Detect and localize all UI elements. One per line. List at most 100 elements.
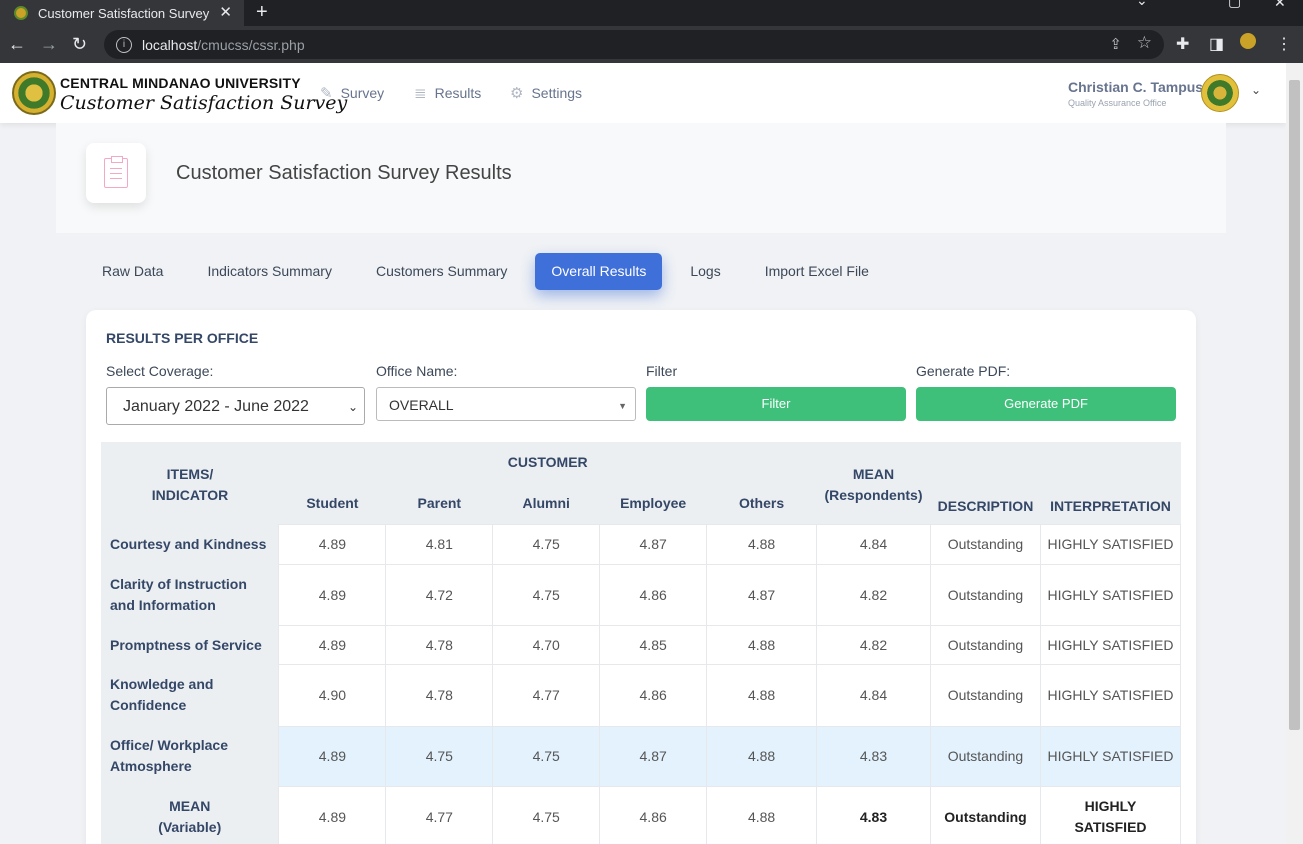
tab-overall-results[interactable]: Overall Results bbox=[535, 253, 663, 290]
cell-parent: 4.81 bbox=[385, 523, 494, 565]
cell-employee: 4.86 bbox=[599, 563, 708, 626]
browser-tab[interactable]: Customer Satisfaction Survey ✕ bbox=[0, 0, 244, 26]
cell-interpretation: HIGHLY SATISFIED bbox=[1039, 563, 1182, 626]
browser-tab-strip: Customer Satisfaction Survey ✕ + ⌄ ▢ ✕ bbox=[0, 0, 1303, 26]
header-employee: Employee bbox=[599, 482, 707, 524]
cell-employee: 4.85 bbox=[599, 624, 708, 665]
table-row: Office/ Workplace Atmosphere 4.89 4.75 4… bbox=[101, 725, 1182, 787]
cell-description: Outstanding bbox=[929, 563, 1041, 626]
overall-results-table: ITEMS/ INDICATOR CUSTOMER MEAN (Responde… bbox=[101, 442, 1182, 844]
cell-others: 4.88 bbox=[706, 725, 818, 787]
edit-icon: ✎ bbox=[320, 85, 333, 102]
page-viewport: CENTRAL MINDANAO UNIVERSITY Customer Sat… bbox=[0, 63, 1286, 844]
cell-interpretation: HIGHLY SATISFIED bbox=[1039, 523, 1182, 565]
top-navbar: CENTRAL MINDANAO UNIVERSITY Customer Sat… bbox=[0, 63, 1286, 123]
table-row: Knowledge and Confidence 4.90 4.78 4.77 … bbox=[101, 663, 1182, 727]
section-title: RESULTS PER OFFICE bbox=[106, 330, 259, 346]
back-icon[interactable]: ← bbox=[8, 33, 26, 55]
cell-employee: 4.86 bbox=[599, 785, 708, 844]
cell-interpretation: HIGHLY SATISFIED bbox=[1039, 663, 1182, 727]
cell-mean: 4.83 bbox=[816, 725, 931, 787]
row-item: Promptness of Service bbox=[101, 625, 279, 664]
cell-employee: 4.87 bbox=[599, 725, 708, 787]
gear-icon: ⚙ bbox=[510, 85, 524, 102]
cell-mean: 4.84 bbox=[816, 663, 931, 727]
avatar[interactable] bbox=[1201, 74, 1239, 112]
header-description: DESCRIPTION bbox=[930, 442, 1041, 524]
generate-pdf-button[interactable]: Generate PDF bbox=[916, 387, 1176, 421]
header-customer: CUSTOMER bbox=[278, 442, 817, 482]
nav-results[interactable]: ≣ Results bbox=[414, 84, 481, 102]
tab-raw-data[interactable]: Raw Data bbox=[86, 253, 179, 290]
maximize-icon[interactable]: ▢ bbox=[1228, 0, 1241, 10]
scrollbar-thumb[interactable] bbox=[1289, 80, 1300, 730]
database-icon: ≣ bbox=[414, 85, 427, 102]
nav-settings[interactable]: ⚙ Settings bbox=[510, 84, 582, 102]
tab-customers-summary[interactable]: Customers Summary bbox=[360, 253, 523, 290]
forward-icon[interactable]: → bbox=[40, 33, 58, 55]
url-field[interactable]: i localhost/cmucss/cssr.php ⇪ ☆ bbox=[104, 30, 1164, 59]
cell-description: Outstanding bbox=[929, 785, 1041, 844]
cell-description: Outstanding bbox=[929, 663, 1041, 727]
cell-student: 4.89 bbox=[278, 523, 387, 565]
url-path: /cmucss/cssr.php bbox=[197, 36, 305, 53]
cell-others: 4.88 bbox=[706, 624, 818, 665]
nav-survey[interactable]: ✎ Survey bbox=[320, 84, 384, 102]
header-alumni: Alumni bbox=[492, 482, 600, 524]
user-name[interactable]: Christian C. Tampus bbox=[1068, 79, 1203, 95]
nav-settings-label: Settings bbox=[531, 85, 583, 101]
address-bar-row: ← → ↻ i localhost/cmucss/cssr.php ⇪ ☆ ✚ … bbox=[0, 26, 1303, 63]
cell-parent: 4.75 bbox=[385, 725, 494, 787]
row-item: Courtesy and Kindness bbox=[101, 524, 279, 564]
row-item: Clarity of Instruction and Information bbox=[101, 564, 279, 625]
cell-parent: 4.78 bbox=[385, 663, 494, 727]
cell-student: 4.89 bbox=[278, 725, 387, 787]
results-card: RESULTS PER OFFICE Select Coverage: Offi… bbox=[86, 310, 1196, 844]
extensions-icon[interactable]: ✚ bbox=[1176, 34, 1189, 54]
cell-others: 4.88 bbox=[706, 785, 818, 844]
tab-logs[interactable]: Logs bbox=[674, 253, 736, 290]
cell-parent: 4.77 bbox=[385, 785, 494, 844]
side-panel-icon[interactable]: ◨ bbox=[1209, 34, 1224, 54]
filter-label: Filter bbox=[646, 363, 678, 379]
more-menu-icon[interactable]: ⋮ bbox=[1276, 34, 1292, 54]
cell-employee: 4.86 bbox=[599, 663, 708, 727]
site-info-icon[interactable]: i bbox=[116, 36, 132, 53]
table-row: Promptness of Service 4.89 4.78 4.70 4.8… bbox=[101, 624, 1182, 665]
cell-employee: 4.87 bbox=[599, 523, 708, 565]
office-select[interactable]: OVERALL ▼ bbox=[376, 387, 636, 421]
chevron-down-icon: ⌄ bbox=[347, 400, 358, 414]
bookmark-star-icon[interactable]: ☆ bbox=[1137, 33, 1152, 53]
page-title: Customer Satisfaction Survey Results bbox=[176, 162, 512, 184]
cell-others: 4.88 bbox=[706, 523, 818, 565]
nav-survey-label: Survey bbox=[340, 85, 385, 101]
filter-button[interactable]: Filter bbox=[646, 387, 906, 421]
reload-icon[interactable]: ↻ bbox=[72, 33, 87, 55]
cell-interpretation: HIGHLY SATISFIED bbox=[1039, 624, 1182, 665]
results-tabs: Raw Data Indicators Summary Customers Su… bbox=[86, 253, 897, 290]
share-icon[interactable]: ⇪ bbox=[1109, 35, 1122, 53]
tab-title: Customer Satisfaction Survey bbox=[38, 5, 210, 21]
cell-mean: 4.84 bbox=[816, 523, 931, 565]
cell-mean: 4.82 bbox=[816, 624, 931, 665]
tab-import-excel[interactable]: Import Excel File bbox=[749, 253, 885, 290]
cell-description: Outstanding bbox=[929, 523, 1041, 565]
cell-alumni: 4.75 bbox=[492, 725, 601, 787]
cell-interpretation: HIGHLY SATISFIED bbox=[1039, 785, 1182, 844]
tab-indicators-summary[interactable]: Indicators Summary bbox=[191, 253, 347, 290]
url-host: localhost bbox=[142, 36, 198, 53]
user-office: Quality Assurance Office bbox=[1068, 98, 1167, 108]
coverage-select[interactable]: January 2022 - June 2022 ⌄ bbox=[106, 387, 365, 425]
header-interpretation: INTERPRETATION bbox=[1040, 442, 1181, 524]
minimize-icon[interactable]: ⌄ bbox=[1136, 0, 1148, 9]
new-tab-icon[interactable]: + bbox=[256, 0, 268, 24]
header-items: ITEMS/ INDICATOR bbox=[101, 442, 279, 524]
cell-alumni: 4.75 bbox=[492, 785, 601, 844]
close-tab-icon[interactable]: ✕ bbox=[219, 3, 232, 21]
chevron-down-icon[interactable]: ⌄ bbox=[1251, 83, 1261, 97]
cell-interpretation: HIGHLY SATISFIED bbox=[1039, 725, 1182, 787]
profile-icon[interactable] bbox=[1240, 33, 1256, 49]
close-window-icon[interactable]: ✕ bbox=[1274, 0, 1286, 11]
cell-student: 4.89 bbox=[278, 563, 387, 626]
cell-student: 4.89 bbox=[278, 785, 387, 844]
